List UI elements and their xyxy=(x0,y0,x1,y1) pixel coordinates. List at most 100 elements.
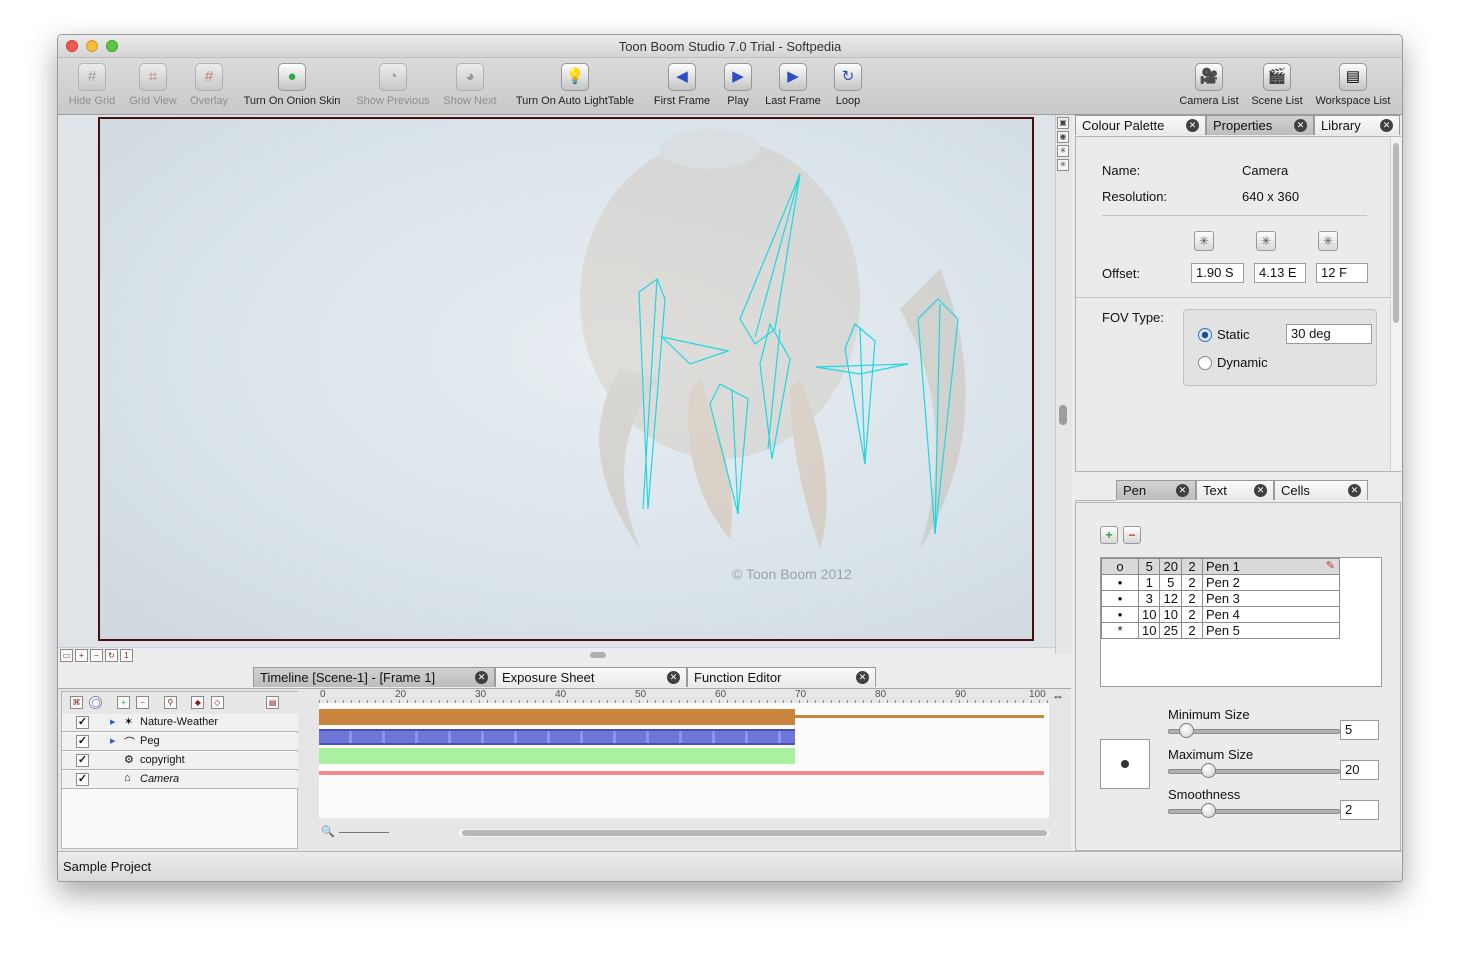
properties-scroll-thumb[interactable] xyxy=(1393,143,1399,323)
offset-x-reset-button[interactable]: ✳ xyxy=(1194,231,1214,251)
add-peg-icon[interactable]: ⚲ xyxy=(163,696,177,709)
layer-list-view-icon[interactable]: ▤ xyxy=(266,696,280,709)
expand-arrow-icon[interactable]: ▸ xyxy=(110,734,116,747)
layer-row-copyright[interactable]: ✓ ⚙ copyright xyxy=(62,752,298,770)
minimum-size-field[interactable]: 5 xyxy=(1340,720,1379,740)
delete-layer-icon[interactable]: − xyxy=(136,696,150,709)
dynamic-radio[interactable] xyxy=(1198,356,1212,370)
tab-properties[interactable]: Properties ✕ xyxy=(1206,115,1314,135)
layer-visibility-checkbox[interactable]: ✓ xyxy=(76,773,89,786)
tab-colour-palette[interactable]: Colour Palette ✕ xyxy=(1075,115,1206,135)
close-icon[interactable]: ✕ xyxy=(475,671,488,684)
properties-scrollbar[interactable] xyxy=(1390,137,1401,471)
workspace-list-button[interactable]: ▤ Workspace List xyxy=(1308,63,1398,107)
layer-row-camera[interactable]: ✓ ⌂ Camera xyxy=(62,771,298,789)
loop-button[interactable]: ↻ Loop xyxy=(808,63,888,107)
remove-keyframe-icon[interactable]: ◇ xyxy=(210,696,224,709)
offset-y-reset-button[interactable]: ✳ xyxy=(1256,231,1276,251)
offset-y-field[interactable]: 4.13 E xyxy=(1254,263,1306,283)
table-row[interactable]: • 3 12 2 Pen 3 xyxy=(1101,590,1340,607)
offset-z-field[interactable]: 12 F xyxy=(1316,263,1368,283)
close-icon[interactable]: ✕ xyxy=(1186,119,1199,132)
side-view-icon[interactable]: ✳ xyxy=(1057,145,1069,157)
pen-panel: + − o 5 20 2 Pen 1 ✎ • 1 5 2 Pen 2 • 3 12 xyxy=(1075,502,1401,851)
onion-skin-icon: ● xyxy=(278,63,306,91)
splitter-handle[interactable] xyxy=(590,652,606,658)
peg-icon: ⌒ xyxy=(124,737,135,749)
zoom-in-icon[interactable]: + xyxy=(75,649,88,662)
maximum-size-slider[interactable] xyxy=(1168,769,1340,774)
smoothness-field[interactable]: 2 xyxy=(1340,800,1379,820)
offset-z-reset-button[interactable]: ✳ xyxy=(1318,231,1338,251)
table-row[interactable]: * 10 25 2 Pen 5 xyxy=(1101,622,1340,639)
smoothness-slider[interactable] xyxy=(1168,809,1340,814)
auto-lighttable-button[interactable]: 💡 Turn On Auto LightTable xyxy=(505,63,645,107)
show-previous-button[interactable]: ◔ Show Previous xyxy=(353,63,433,107)
show-previous-icon: ◔ xyxy=(379,63,407,91)
rotate-view-icon[interactable]: ↻ xyxy=(105,649,118,662)
tab-library[interactable]: Library ✕ xyxy=(1314,115,1400,135)
add-pen-button[interactable]: + xyxy=(1100,526,1118,544)
tab-pen[interactable]: Pen ✕ xyxy=(1116,480,1196,500)
expand-arrow-icon[interactable]: ▸ xyxy=(110,715,116,728)
fov-angle-field[interactable]: 30 deg xyxy=(1286,324,1372,344)
layer-row-peg[interactable]: ✓ ▸ ⌒ Peg xyxy=(62,733,298,751)
minimum-size-label: Minimum Size xyxy=(1168,707,1250,722)
frame-grid[interactable] xyxy=(319,703,1049,818)
grid-icon: # xyxy=(78,63,106,91)
camera-view-icon[interactable]: ▣ xyxy=(1057,117,1069,129)
nature-weather-cells[interactable] xyxy=(319,709,795,725)
close-icon[interactable]: ✕ xyxy=(1294,119,1307,132)
drawing-stage[interactable]: © Toon Boom 2012 xyxy=(98,117,1034,641)
static-radio[interactable] xyxy=(1198,328,1212,342)
table-row[interactable]: • 1 5 2 Pen 2 xyxy=(1101,574,1340,591)
maximum-size-field[interactable]: 20 xyxy=(1340,760,1379,780)
onion-skin-button[interactable]: ● Turn On Onion Skin xyxy=(237,63,347,107)
close-icon[interactable]: ✕ xyxy=(856,671,869,684)
add-keyframe-icon[interactable]: ◆ xyxy=(191,696,205,709)
tab-timeline[interactable]: Timeline [Scene-1] - [Frame 1] ✕ xyxy=(253,667,495,687)
layer-visibility-checkbox[interactable]: ✓ xyxy=(76,754,89,767)
view-scroll-thumb[interactable] xyxy=(1059,405,1067,425)
timeline-resize-icon[interactable]: ⇔ xyxy=(1051,689,1065,705)
tab-text[interactable]: Text ✕ xyxy=(1196,480,1274,500)
scene-list-button[interactable]: 🎬 Scene List xyxy=(1237,63,1317,107)
offset-label: Offset: xyxy=(1102,266,1141,281)
reset-view-icon[interactable]: ▭ xyxy=(60,649,73,662)
show-next-button[interactable]: ◕ Show Next xyxy=(430,63,510,107)
layer-row-nature-weather[interactable]: ✓ ▸ ✶ Nature-Weather xyxy=(62,714,298,732)
close-icon[interactable]: ✕ xyxy=(667,671,680,684)
delete-pen-button[interactable]: − xyxy=(1123,526,1141,544)
maximum-size-knob[interactable] xyxy=(1201,763,1216,778)
close-icon[interactable]: ✕ xyxy=(1176,484,1189,497)
minimum-size-knob[interactable] xyxy=(1179,723,1194,738)
layer-color-icon[interactable]: ◯ xyxy=(89,696,103,709)
zoom-out-icon[interactable]: − xyxy=(90,649,103,662)
peg-cells[interactable] xyxy=(319,729,795,745)
tab-function-editor[interactable]: Function Editor ✕ xyxy=(687,667,876,687)
layer-visibility-checkbox[interactable]: ✓ xyxy=(76,716,89,729)
name-value: Camera xyxy=(1242,163,1289,178)
close-icon[interactable]: ✕ xyxy=(1380,119,1393,132)
timeline-zoom-slider[interactable]: 🔍 xyxy=(321,825,401,838)
close-icon[interactable]: ✕ xyxy=(1254,484,1267,497)
smoothness-knob[interactable] xyxy=(1201,803,1216,818)
tab-cells[interactable]: Cells ✕ xyxy=(1274,480,1368,500)
actual-size-icon[interactable]: 1 xyxy=(120,649,133,662)
table-row[interactable]: • 10 10 2 Pen 4 xyxy=(1101,606,1340,623)
nature-weather-hold xyxy=(795,715,1044,718)
layer-options-icon[interactable]: ⌘ xyxy=(70,696,83,709)
close-icon[interactable]: ✕ xyxy=(1348,484,1361,497)
layer-visibility-checkbox[interactable]: ✓ xyxy=(76,735,89,748)
offset-x-field[interactable]: 1.90 S xyxy=(1191,263,1244,283)
add-layer-icon[interactable]: + xyxy=(116,696,130,709)
tab-exposure-sheet[interactable]: Exposure Sheet ✕ xyxy=(495,667,687,687)
table-row[interactable]: o 5 20 2 Pen 1 ✎ xyxy=(1101,558,1340,575)
top-view-icon[interactable]: ◉ xyxy=(1057,131,1069,143)
timeline-scrollbar[interactable] xyxy=(458,829,1050,837)
divider xyxy=(1076,297,1392,298)
timeline-scroll-thumb[interactable] xyxy=(462,830,1047,836)
copyright-cells[interactable] xyxy=(319,748,795,764)
perspective-view-icon[interactable]: ✳ xyxy=(1057,159,1069,171)
camera-cells[interactable] xyxy=(319,771,1044,775)
